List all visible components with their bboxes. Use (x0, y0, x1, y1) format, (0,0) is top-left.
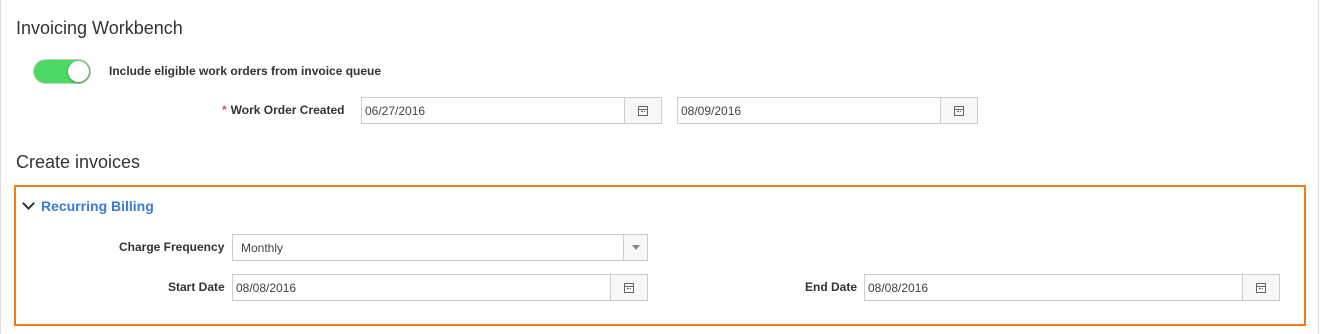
end-date-label: End Date (805, 280, 858, 294)
recurring-billing-title: Recurring Billing (41, 198, 154, 214)
include-queue-label: Include eligible work orders from invoic… (109, 64, 382, 78)
calendar-icon (954, 105, 964, 116)
calendar-icon (1256, 282, 1266, 293)
required-marker: * (222, 103, 227, 117)
start-date-value: 08/08/2016 (236, 281, 297, 295)
end-date-calendar-button[interactable] (1242, 275, 1279, 300)
start-date-label: Start Date (168, 280, 225, 294)
work-order-to-date-value: 08/09/2016 (681, 104, 742, 118)
from-date-calendar-button[interactable] (624, 98, 661, 123)
to-date-calendar-button[interactable] (940, 98, 977, 123)
work-order-to-date-field[interactable]: 08/09/2016 (677, 97, 978, 124)
toggle-knob (68, 61, 89, 82)
chevron-down-icon (22, 197, 35, 210)
work-order-created-text: Work Order Created (230, 103, 345, 117)
end-date-field[interactable]: 08/08/2016 (864, 274, 1280, 301)
charge-frequency-value: Monthly (241, 241, 284, 255)
start-date-field[interactable]: 08/08/2016 (232, 274, 648, 301)
recurring-billing-header[interactable]: Recurring Billing (22, 197, 154, 214)
work-order-created-label: * Work Order Created (222, 103, 344, 117)
page-title: Invoicing Workbench (16, 18, 183, 38)
start-date-calendar-button[interactable] (610, 275, 647, 300)
caret-down-icon (631, 245, 640, 250)
include-queue-toggle[interactable] (33, 59, 91, 84)
calendar-icon (624, 282, 634, 293)
end-date-value: 08/08/2016 (868, 281, 929, 295)
left-border (0, 0, 1, 334)
calendar-icon (638, 105, 648, 116)
work-order-from-date-field[interactable]: 06/27/2016 (361, 97, 662, 124)
right-border (1318, 0, 1319, 334)
recurring-billing-panel: Recurring Billing Charge Frequency Month… (14, 185, 1306, 326)
work-order-from-date-value: 06/27/2016 (365, 104, 426, 118)
create-invoices-title: Create invoices (16, 152, 141, 172)
charge-frequency-select[interactable]: Monthly (232, 234, 648, 261)
charge-frequency-dropdown-button[interactable] (623, 235, 647, 260)
charge-frequency-label: Charge Frequency (119, 240, 225, 254)
